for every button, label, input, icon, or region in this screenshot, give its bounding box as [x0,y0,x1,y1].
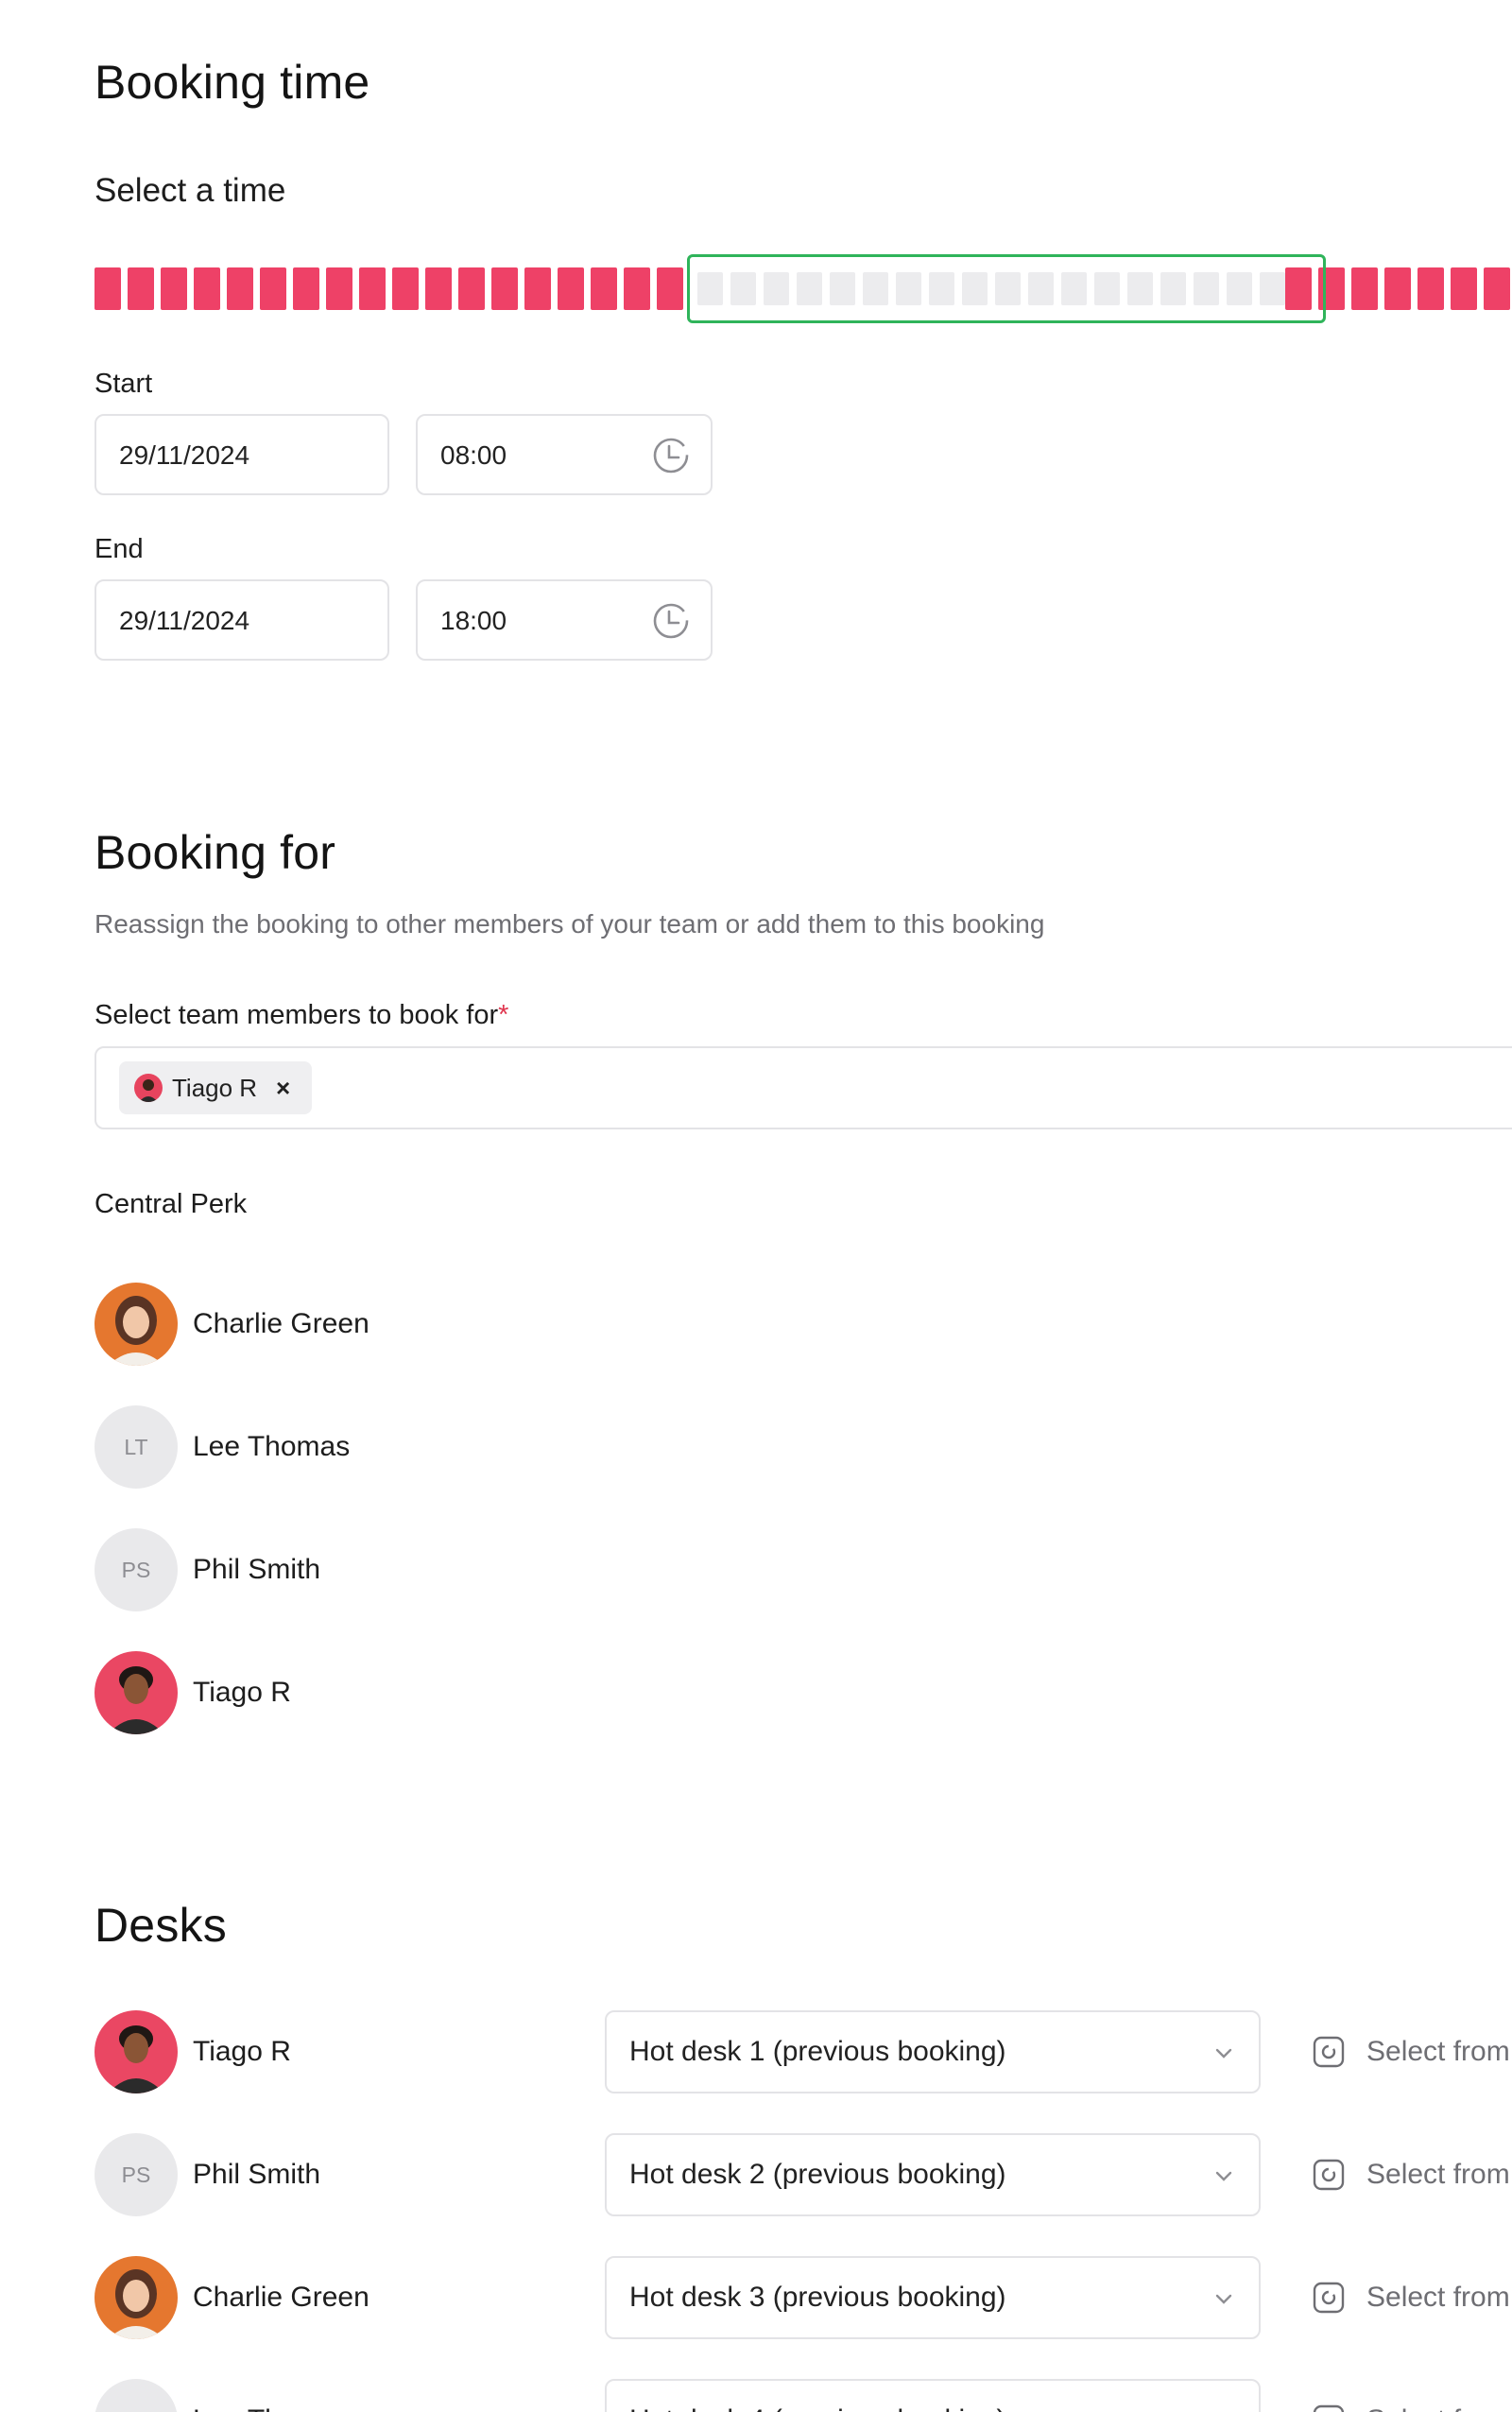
member-name: Lee Thomas [193,2379,350,2412]
team-member-select[interactable]: Tiago R × [94,1046,1512,1129]
member-item-lee-thomas[interactable]: LT Lee Thomas [94,1405,662,1489]
chip-remove-icon[interactable]: × [276,1061,290,1114]
time-slot-booked[interactable] [161,267,187,310]
select-time-label: Select a time [94,172,286,209]
booking-for-title: Booking for [94,826,336,879]
end-date-value: 29/11/2024 [119,606,250,635]
desk-row-member: PS Phil Smith [94,2133,662,2216]
select-from-map-button[interactable]: Select from [1312,2256,1512,2339]
member-item-phil-smith[interactable]: PS Phil Smith [94,1528,662,1611]
map-select-icon [1313,2404,1345,2412]
time-slot-booked[interactable] [591,267,617,310]
time-slot-strip[interactable] [94,254,1512,323]
select-from-label: Select from [1366,2036,1510,2067]
desk-select-value: Hot desk 2 (previous booking) [629,2159,1006,2190]
time-slot-booked[interactable] [1484,267,1510,310]
desk-select-value: Hot desk 4 (previous booking) [629,2381,1006,2412]
time-slot-booked[interactable] [1418,267,1444,310]
desk-select-dropdown[interactable]: Hot desk 1 (previous booking) [605,2010,1261,2093]
time-slot-booked[interactable] [657,267,683,310]
desk-select-dropdown[interactable]: Hot desk 3 (previous booking) [605,2256,1261,2339]
map-select-icon [1313,2036,1345,2068]
chip-label: Tiago R [172,1074,258,1102]
avatar-initials: LT [94,1405,178,1489]
team-members-label: Select team members to book for* [94,1000,508,1031]
avatar [94,2010,178,2093]
member-name: Charlie Green [193,1308,369,1339]
select-from-label: Select from [1366,2282,1510,2313]
clock-icon[interactable] [650,600,692,642]
avatar-initials: LT [94,2379,178,2412]
time-slot-booked[interactable] [227,267,253,310]
team-members-label-text: Select team members to book for [94,1000,499,1030]
clock-icon[interactable] [650,435,692,476]
member-name: Phil Smith [193,1554,321,1585]
booking-time-title: Booking time [94,56,370,109]
avatar [94,1283,178,1366]
group-name: Central Perk [94,1189,248,1219]
avatar [94,1651,178,1734]
time-slot-booked[interactable] [392,267,419,310]
time-slot-booked[interactable] [1384,267,1411,310]
start-label: Start [94,369,153,399]
avatar [94,2256,178,2339]
desk-select-value: Hot desk 1 (previous booking) [629,2036,1006,2067]
selected-member-chip: Tiago R × [119,1061,312,1114]
member-item-charlie-green[interactable]: Charlie Green [94,1283,662,1366]
member-name: Charlie Green [193,2282,369,2313]
chevron-down-icon [1215,2171,1232,2181]
start-time-field[interactable]: 08:00 [416,414,713,495]
time-slot-booked[interactable] [94,267,121,310]
avatar-initials: PS [94,2133,178,2216]
time-slot-booked[interactable] [194,267,220,310]
select-from-label: Select from [1366,2379,1510,2412]
member-name: Tiago R [193,2036,291,2067]
booking-for-description: Reassign the booking to other members of… [94,909,1045,939]
chip-avatar [134,1074,163,1102]
end-label: End [94,534,144,564]
start-date-value: 29/11/2024 [119,440,250,470]
time-slot-booked[interactable] [1351,267,1378,310]
time-slot-booked[interactable] [260,267,286,310]
desk-select-value: Hot desk 3 (previous booking) [629,2282,1006,2313]
time-slot-booked[interactable] [425,267,452,310]
end-time-field[interactable]: 18:00 [416,579,713,661]
desk-row-member: Charlie Green [94,2256,662,2339]
time-slot-booked[interactable] [558,267,584,310]
required-asterisk: * [498,1000,509,1030]
member-name: Phil Smith [193,2159,321,2190]
select-from-map-button[interactable]: Select from [1312,2133,1512,2216]
map-select-icon [1313,2282,1345,2314]
selected-time-range[interactable] [687,254,1326,323]
time-slot-booked[interactable] [1451,267,1477,310]
desk-select-dropdown[interactable]: Hot desk 4 (previous booking) [605,2379,1261,2412]
desk-row-member: LT Lee Thomas [94,2379,662,2412]
desks-title: Desks [94,1899,227,1952]
end-date-field[interactable]: 29/11/2024 [94,579,389,661]
time-slot-booked[interactable] [624,267,650,310]
start-time-value: 08:00 [440,440,507,470]
member-item-tiago-r[interactable]: Tiago R [94,1651,662,1734]
desk-select-dropdown[interactable]: Hot desk 2 (previous booking) [605,2133,1261,2216]
time-slot-booked[interactable] [326,267,352,310]
select-from-label: Select from [1366,2159,1510,2190]
desk-row-member: Tiago R [94,2010,662,2093]
time-slot-booked[interactable] [524,267,551,310]
time-slot-booked[interactable] [491,267,518,310]
time-slot-booked[interactable] [293,267,319,310]
start-date-field[interactable]: 29/11/2024 [94,414,389,495]
chevron-down-icon [1215,2048,1232,2059]
time-slot-booked[interactable] [128,267,154,310]
member-name: Lee Thomas [193,1431,351,1462]
map-select-icon [1313,2159,1345,2191]
member-name: Tiago R [193,1677,291,1708]
select-from-map-button[interactable]: Select from [1312,2379,1512,2412]
chevron-down-icon [1215,2294,1232,2304]
time-slot-booked[interactable] [458,267,485,310]
avatar-initials: PS [94,1528,178,1611]
time-slot-booked[interactable] [359,267,386,310]
end-time-value: 18:00 [440,606,507,635]
select-from-map-button[interactable]: Select from [1312,2010,1512,2093]
